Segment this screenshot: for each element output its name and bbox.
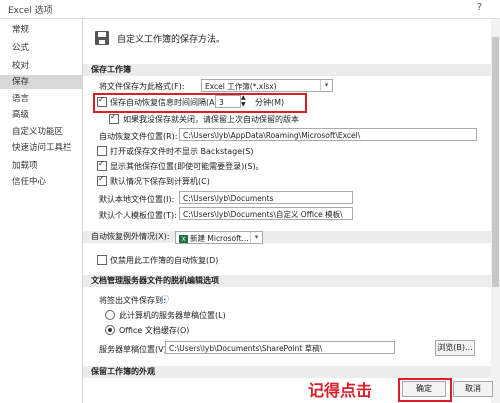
sidebar-item-general[interactable]: 常规 — [0, 23, 82, 37]
radio-server-drafts-label: 此计算机的服务器草稿位置(L) — [119, 311, 226, 320]
sidebar-item-formulas[interactable]: 公式 — [0, 41, 82, 55]
radio-office-cache[interactable] — [105, 325, 115, 335]
format-label: 将文件保存为此格式(F): — [99, 82, 185, 91]
show-other-locations-checkbox[interactable] — [97, 159, 107, 171]
sidebar-item-language[interactable]: 语言 — [0, 92, 82, 106]
annotation-text: 记得点击 — [308, 381, 373, 400]
autorecover-location-input[interactable]: C:\Users\lyb\AppData\Roaming\Microsoft\E… — [179, 128, 477, 141]
chevron-down-icon: ▾ — [250, 232, 262, 243]
exceptions-workbook-value: 新建 Microsoft... — [190, 234, 249, 243]
autorecover-exceptions-label: 自动恢复例外情况(X): — [83, 231, 491, 243]
disable-autorecover-label: 仅禁用此工作簿的自动恢复(D) — [110, 256, 219, 265]
save-to-computer-checkbox[interactable] — [97, 174, 107, 186]
save-disk-icon — [95, 31, 109, 45]
disable-autorecover-checkbox[interactable] — [97, 255, 107, 265]
radio-server-drafts[interactable] — [105, 310, 115, 320]
section-offline-editing: 文档管理服务器文件的脱机编辑选项 — [83, 275, 491, 287]
sidebar: 常规 公式 校对 保存 语言 高级 自定义功能区 快速访问工具栏 加载项 信任中… — [0, 19, 83, 403]
help-icon[interactable]: ? — [477, 2, 482, 13]
section-save-workbooks: 保存工作簿 — [83, 64, 491, 76]
keep-last-version-checkbox[interactable] — [109, 112, 119, 124]
sidebar-item-save[interactable]: 保存 — [0, 75, 82, 89]
save-to-computer-label: 默认情况下保存到计算机(C) — [110, 177, 210, 186]
autorecover-label: 保存自动恢复信息时间间隔(A) — [110, 98, 218, 107]
save-checked-out-label: 将签出文件保存到: — [99, 296, 166, 305]
section-preserve-appearance: 保留工作簿的外观 — [83, 366, 491, 378]
browse-button[interactable]: 浏览(B)... — [435, 340, 475, 356]
template-location-label: 默认个人模板位置(T): — [99, 211, 177, 220]
sidebar-item-customize-ribbon[interactable]: 自定义功能区 — [0, 125, 82, 139]
autorecover-location-label: 自动恢复文件位置(R): — [99, 132, 178, 141]
minutes-label: 分钟(M) — [255, 98, 285, 107]
no-backstage-label: 打开或保存文件时不显示 Backstage(S) — [110, 147, 254, 156]
spinner-arrows-icon[interactable]: ▲ ▼ — [241, 94, 246, 108]
exceptions-workbook-select[interactable]: X 新建 Microsoft... ▾ — [175, 231, 263, 244]
title-bar: Excel 选项 ? — [0, 0, 500, 19]
autorecover-minutes-value: 3 — [219, 98, 224, 107]
local-location-label: 默认本地文件位置(I): — [99, 195, 175, 204]
server-drafts-label: 服务器草稿位置(V): — [99, 345, 170, 354]
format-select[interactable]: Excel 工作簿(*.xlsx) ▾ — [201, 79, 333, 92]
local-location-input[interactable]: C:\Users\lyb\Documents — [179, 191, 353, 204]
cancel-button[interactable]: 取消 — [453, 381, 493, 397]
save-options-panel: 自定义工作簿的保存方法。 保存工作簿 将文件保存为此格式(F): Excel 工… — [83, 19, 491, 403]
sidebar-item-proofing[interactable]: 校对 — [0, 59, 82, 73]
ok-button[interactable]: 确定 — [402, 381, 446, 397]
show-other-locations-label: 显示其他保存位置(即使可能需要登录)(S)。 — [110, 162, 264, 171]
window-title: Excel 选项 — [8, 6, 53, 16]
vertical-scrollbar[interactable] — [491, 19, 500, 403]
sidebar-item-addins[interactable]: 加载项 — [0, 159, 82, 173]
server-drafts-input[interactable]: C:\Users\lyb\Documents\SharePoint 草稿\ — [165, 341, 395, 354]
info-icon: ⓘ — [161, 295, 169, 304]
chevron-down-icon: ▾ — [320, 80, 332, 91]
excel-icon: X — [179, 234, 188, 243]
keep-last-version-label: 如果我没保存就关闭，请保留上次自动保留的版本 — [123, 115, 299, 124]
sidebar-item-advanced[interactable]: 高级 — [0, 108, 82, 122]
autorecover-minutes-input[interactable]: 3 — [215, 95, 241, 108]
radio-office-cache-label: Office 文档缓存(O) — [119, 326, 190, 335]
sidebar-item-trust-center[interactable]: 信任中心 — [0, 175, 82, 189]
scrollbar-thumb[interactable] — [492, 37, 499, 287]
template-location-input[interactable]: C:\Users\lyb\Documents\自定义 Office 模板\ — [179, 207, 353, 220]
autorecover-checkbox[interactable] — [97, 95, 107, 107]
format-value: Excel 工作簿(*.xlsx) — [205, 82, 277, 91]
sidebar-item-quick-access[interactable]: 快速访问工具栏 — [0, 141, 82, 155]
page-title: 自定义工作簿的保存方法。 — [117, 35, 226, 45]
no-backstage-checkbox[interactable] — [97, 146, 107, 156]
